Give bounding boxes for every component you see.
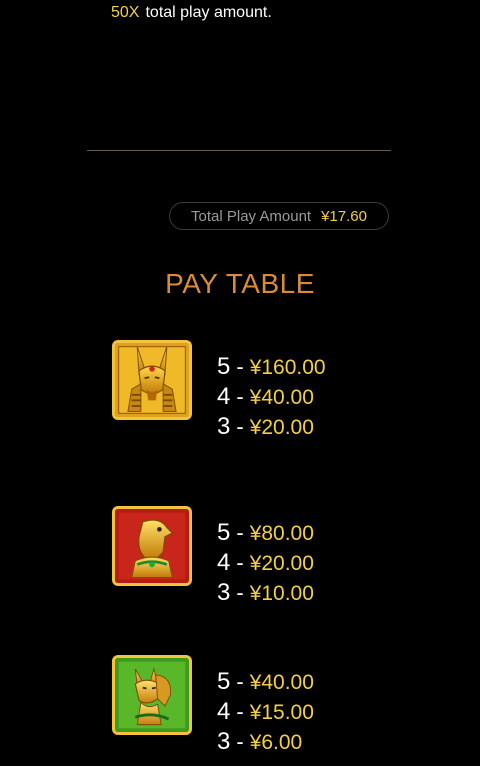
payout-amount: ¥20.00 bbox=[249, 552, 314, 575]
payout-amount: ¥20.00 bbox=[249, 416, 314, 439]
payout-amount: ¥6.00 bbox=[249, 731, 303, 754]
total-play-amount-value: ¥17.60 bbox=[321, 207, 367, 225]
paytable-row-horus: 5- ¥80.00 4- ¥20.00 3- ¥10.00 bbox=[112, 506, 452, 616]
payout-line: 5- ¥80.00 bbox=[217, 518, 314, 548]
horus-falcon-icon bbox=[112, 506, 192, 586]
match-count: 3 bbox=[217, 413, 231, 440]
bastet-cat-icon bbox=[112, 655, 192, 735]
payout-dash: - bbox=[236, 354, 244, 379]
payout-line: 4- ¥15.00 bbox=[217, 697, 314, 727]
payout-dash: - bbox=[236, 384, 244, 409]
payout-dash: - bbox=[236, 669, 244, 694]
payout-amount: ¥10.00 bbox=[249, 582, 314, 605]
payout-line: 3- ¥6.00 bbox=[217, 727, 314, 757]
payout-dash: - bbox=[236, 414, 244, 439]
payout-dash: - bbox=[236, 729, 244, 754]
payout-line: 3- ¥20.00 bbox=[217, 412, 326, 442]
pay-table-title: PAY TABLE bbox=[165, 268, 315, 299]
match-count: 5 bbox=[217, 353, 231, 380]
payout-line: 4- ¥40.00 bbox=[217, 382, 326, 412]
total-play-amount-badge: Total Play Amount ¥17.60 bbox=[169, 202, 389, 230]
multiplier-value: 50X bbox=[111, 4, 140, 21]
match-count: 4 bbox=[217, 383, 231, 410]
payout-line: 4- ¥20.00 bbox=[217, 548, 314, 578]
payout-line: 5- ¥40.00 bbox=[217, 667, 314, 697]
payout-list: 5- ¥160.00 4- ¥40.00 3- ¥20.00 bbox=[217, 352, 326, 442]
paytable-row-anubis: 5- ¥160.00 4- ¥40.00 3- ¥20.00 bbox=[112, 340, 452, 450]
intro-text: 50X total play amount. bbox=[111, 4, 272, 22]
section-divider bbox=[87, 150, 391, 151]
match-count: 4 bbox=[217, 549, 231, 576]
anubis-icon bbox=[112, 340, 192, 420]
payout-amount: ¥15.00 bbox=[249, 701, 314, 724]
match-count: 5 bbox=[217, 519, 231, 546]
payout-line: 3- ¥10.00 bbox=[217, 578, 314, 608]
payout-amount: ¥80.00 bbox=[249, 522, 314, 545]
payout-dash: - bbox=[236, 550, 244, 575]
paytable-row-bastet: 5- ¥40.00 4- ¥15.00 3- ¥6.00 bbox=[112, 655, 452, 765]
match-count: 5 bbox=[217, 668, 231, 695]
payout-dash: - bbox=[236, 520, 244, 545]
payout-dash: - bbox=[236, 699, 244, 724]
intro-description: total play amount. bbox=[145, 4, 272, 21]
payout-list: 5- ¥80.00 4- ¥20.00 3- ¥10.00 bbox=[217, 518, 314, 608]
payout-line: 5- ¥160.00 bbox=[217, 352, 326, 382]
match-count: 3 bbox=[217, 579, 231, 606]
payout-amount: ¥160.00 bbox=[249, 356, 326, 379]
payout-list: 5- ¥40.00 4- ¥15.00 3- ¥6.00 bbox=[217, 667, 314, 757]
payout-dash: - bbox=[236, 580, 244, 605]
payout-amount: ¥40.00 bbox=[249, 386, 314, 409]
match-count: 4 bbox=[217, 698, 231, 725]
match-count: 3 bbox=[217, 728, 231, 755]
payout-amount: ¥40.00 bbox=[249, 671, 314, 694]
total-play-amount-label: Total Play Amount bbox=[191, 207, 312, 225]
